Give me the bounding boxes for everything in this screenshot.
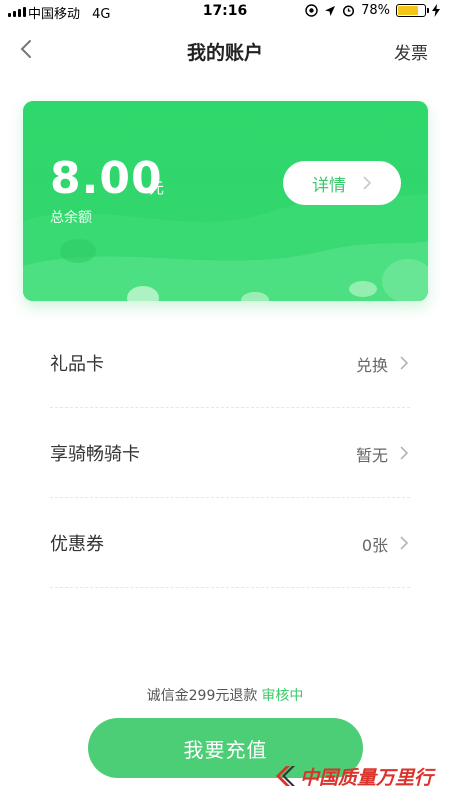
chevron-right-icon (400, 356, 409, 370)
chevron-right-icon (400, 536, 409, 550)
status-bar: 中国移动 4G 17:16 78% (0, 0, 450, 24)
details-label: 详情 (312, 175, 346, 196)
status-right: 78% (305, 3, 440, 18)
charging-icon (432, 4, 440, 17)
list-item-label: 享骑畅骑卡 (50, 444, 140, 465)
balance-label: 总余额 (50, 210, 92, 226)
location-icon (325, 5, 336, 16)
list-item-coupons[interactable]: 优惠券 0张 (50, 498, 410, 588)
list-item-value: 0张 (361, 536, 388, 555)
details-button[interactable]: 详情 (283, 161, 401, 205)
battery-percent: 78% (361, 3, 390, 18)
nav-bar: 我的账户 发票 (0, 24, 450, 76)
chevron-right-icon (363, 176, 372, 190)
deposit-refund-status[interactable]: 诚信金299元退款 审核中 (0, 685, 450, 705)
deposit-status-badge: 审核中 (261, 688, 304, 704)
list-item-label: 礼品卡 (50, 354, 104, 375)
watermark: 中国质量万里行 (272, 760, 450, 792)
watermark-text: 中国质量万里行 (300, 766, 434, 789)
battery-icon (396, 4, 429, 17)
watermark-logo-icon (276, 766, 295, 786)
balance-unit: 元 (149, 179, 165, 197)
list-item-value: 兑换 (355, 356, 388, 375)
list-item-value: 暂无 (355, 446, 388, 465)
page-title: 我的账户 (186, 42, 263, 64)
list-item-label: 优惠券 (50, 534, 104, 555)
deposit-text: 诚信金299元退款 (146, 688, 258, 704)
balance-card: 8.00 元 总余额 详情 (23, 101, 428, 301)
invoice-button[interactable]: 发票 (394, 39, 428, 64)
account-options-list: 礼品卡 兑换 享骑畅骑卡 暂无 优惠券 0张 (50, 318, 410, 588)
list-item-gift-card[interactable]: 礼品卡 兑换 (50, 318, 410, 408)
at-icon (305, 4, 318, 17)
chevron-right-icon (400, 446, 409, 460)
alarm-icon (343, 5, 355, 17)
balance-amount: 8.00 (50, 153, 163, 204)
list-item-ride-card[interactable]: 享骑畅骑卡 暂无 (50, 408, 410, 498)
